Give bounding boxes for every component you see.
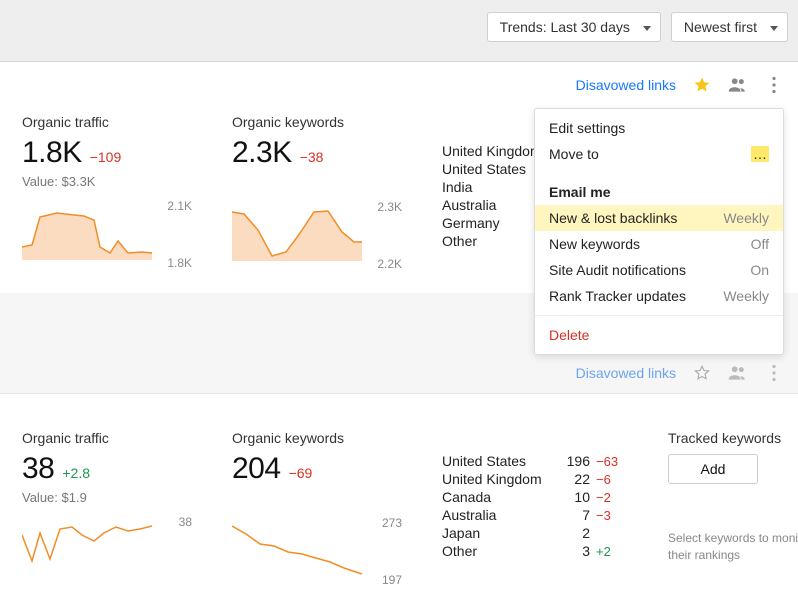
traffic-sparkline bbox=[22, 205, 152, 260]
people-icon[interactable] bbox=[728, 75, 748, 95]
menu-row-label: Site Audit notifications bbox=[549, 262, 686, 278]
countries-list: United States196−63United Kingdom22−6Can… bbox=[442, 452, 622, 560]
menu-edit-settings[interactable]: Edit settings bbox=[535, 115, 783, 141]
people-icon[interactable] bbox=[728, 363, 748, 383]
card-title: Organic traffic bbox=[22, 430, 192, 446]
top-toolbar: Trends: Last 30 days Newest first bbox=[0, 0, 798, 62]
country-row: Canada 10 −2 bbox=[442, 488, 622, 506]
country-row: United States 196 −63 bbox=[442, 452, 622, 470]
traffic-delta: −109 bbox=[90, 149, 122, 165]
tracked-hint: Select keywords to monitor their ranking… bbox=[668, 530, 798, 564]
traffic-value: 38 bbox=[22, 452, 54, 486]
keywords-value: 2.3K bbox=[232, 136, 292, 170]
row-header: Disavowed links bbox=[0, 62, 798, 98]
add-keyword-button[interactable]: Add bbox=[668, 454, 758, 484]
country-row: Australia 7 −3 bbox=[442, 506, 622, 524]
country-name: United States bbox=[442, 161, 526, 177]
project-actions-menu: Edit settings Move to… Email me New & lo… bbox=[534, 108, 784, 355]
trends-dropdown-label: Trends: Last 30 days bbox=[500, 19, 630, 35]
spark-top-label: 38 bbox=[179, 515, 192, 529]
country-row: Japan 2 bbox=[442, 524, 622, 542]
country-name: United States bbox=[442, 453, 526, 469]
traffic-delta: +2.8 bbox=[62, 465, 90, 481]
tracked-keywords: Tracked keywords Add Select keywords to … bbox=[668, 430, 798, 564]
menu-row-label: New & lost backlinks bbox=[549, 210, 677, 226]
tracked-title: Tracked keywords bbox=[668, 430, 798, 446]
add-button-label: Add bbox=[701, 461, 726, 477]
spark-top-label: 2.3K bbox=[377, 200, 402, 214]
country-name: Australia bbox=[442, 197, 496, 213]
menu-row-label: New keywords bbox=[549, 236, 640, 252]
menu-notification-row[interactable]: Rank Tracker updates Weekly bbox=[535, 283, 783, 309]
country-name: United Kingdom bbox=[442, 471, 542, 487]
country-delta: +2 bbox=[596, 544, 622, 559]
keywords-delta: −38 bbox=[300, 149, 324, 165]
organic-keywords-card: Organic keywords 2.3K −38 2.3K 2.2K bbox=[232, 114, 402, 271]
country-name: Other bbox=[442, 233, 477, 249]
country-value: 2 bbox=[564, 525, 590, 541]
star-icon[interactable] bbox=[692, 363, 712, 383]
menu-email-me-heading: Email me bbox=[535, 179, 783, 205]
organic-traffic-card: Organic traffic 38 +2.8 Value: $1.9 38 bbox=[22, 430, 192, 586]
country-value: 3 bbox=[564, 543, 590, 559]
menu-row-state: Off bbox=[751, 236, 769, 252]
sort-dropdown[interactable]: Newest first bbox=[671, 12, 788, 42]
country-name: Canada bbox=[442, 489, 491, 505]
menu-row-state: Weekly bbox=[723, 210, 769, 226]
country-name: Japan bbox=[442, 525, 480, 541]
sort-dropdown-label: Newest first bbox=[684, 19, 757, 35]
menu-move-to[interactable]: Move to… bbox=[535, 141, 783, 167]
project-row-2: Organic traffic 38 +2.8 Value: $1.9 38 O… bbox=[0, 393, 798, 609]
keywords-delta: −69 bbox=[289, 465, 313, 481]
country-row: Other 3 +2 bbox=[442, 542, 622, 560]
organic-keywords-card: Organic keywords 204 −69 273 197 bbox=[232, 430, 402, 587]
spark-top-label: 273 bbox=[382, 516, 402, 530]
country-delta: −3 bbox=[596, 508, 622, 523]
more-icon[interactable] bbox=[764, 75, 784, 95]
spark-bot-label: 197 bbox=[382, 573, 402, 587]
country-value: 10 bbox=[564, 489, 590, 505]
menu-delete[interactable]: Delete bbox=[535, 322, 783, 348]
country-delta: −63 bbox=[596, 454, 622, 469]
country-value: 22 bbox=[564, 471, 590, 487]
menu-row-state: Weekly bbox=[723, 288, 769, 304]
traffic-sparkline bbox=[22, 521, 152, 576]
spark-bot-label: 2.2K bbox=[377, 257, 402, 271]
spark-top-label: 2.1K bbox=[167, 199, 192, 213]
country-delta: −2 bbox=[596, 490, 622, 505]
menu-row-state: On bbox=[750, 262, 769, 278]
traffic-sub: Value: $3.3K bbox=[22, 174, 192, 189]
country-delta: −6 bbox=[596, 472, 622, 487]
card-title: Organic traffic bbox=[22, 114, 192, 130]
country-name: Germany bbox=[442, 215, 500, 231]
country-name: United Kingdom bbox=[442, 143, 542, 159]
organic-traffic-card: Organic traffic 1.8K −109 Value: $3.3K 2… bbox=[22, 114, 192, 270]
keywords-value: 204 bbox=[232, 452, 281, 486]
card-title: Organic keywords bbox=[232, 430, 402, 446]
disavowed-links-link[interactable]: Disavowed links bbox=[576, 365, 676, 381]
menu-notification-row[interactable]: Site Audit notifications On bbox=[535, 257, 783, 283]
trends-dropdown[interactable]: Trends: Last 30 days bbox=[487, 12, 661, 42]
row-body: Organic traffic 38 +2.8 Value: $1.9 38 O… bbox=[0, 394, 798, 609]
country-name: Other bbox=[442, 543, 477, 559]
country-value: 196 bbox=[564, 453, 590, 469]
star-icon[interactable] bbox=[692, 75, 712, 95]
menu-notification-row[interactable]: New & lost backlinks Weekly bbox=[535, 205, 783, 231]
menu-notification-row[interactable]: New keywords Off bbox=[535, 231, 783, 257]
menu-row-label: Rank Tracker updates bbox=[549, 288, 686, 304]
spark-bot-label: 1.8K bbox=[167, 256, 192, 270]
disavowed-links-link[interactable]: Disavowed links bbox=[576, 77, 676, 93]
keywords-sparkline bbox=[232, 522, 362, 577]
more-icon[interactable] bbox=[764, 363, 784, 383]
country-row: United Kingdom 22 −6 bbox=[442, 470, 622, 488]
country-name: India bbox=[442, 179, 472, 195]
traffic-sub: Value: $1.9 bbox=[22, 490, 192, 505]
traffic-value: 1.8K bbox=[22, 136, 82, 170]
keywords-sparkline bbox=[232, 206, 362, 261]
row2-header-icons: Disavowed links bbox=[576, 363, 784, 383]
card-title: Organic keywords bbox=[232, 114, 402, 130]
country-name: Australia bbox=[442, 507, 496, 523]
country-value: 7 bbox=[564, 507, 590, 523]
